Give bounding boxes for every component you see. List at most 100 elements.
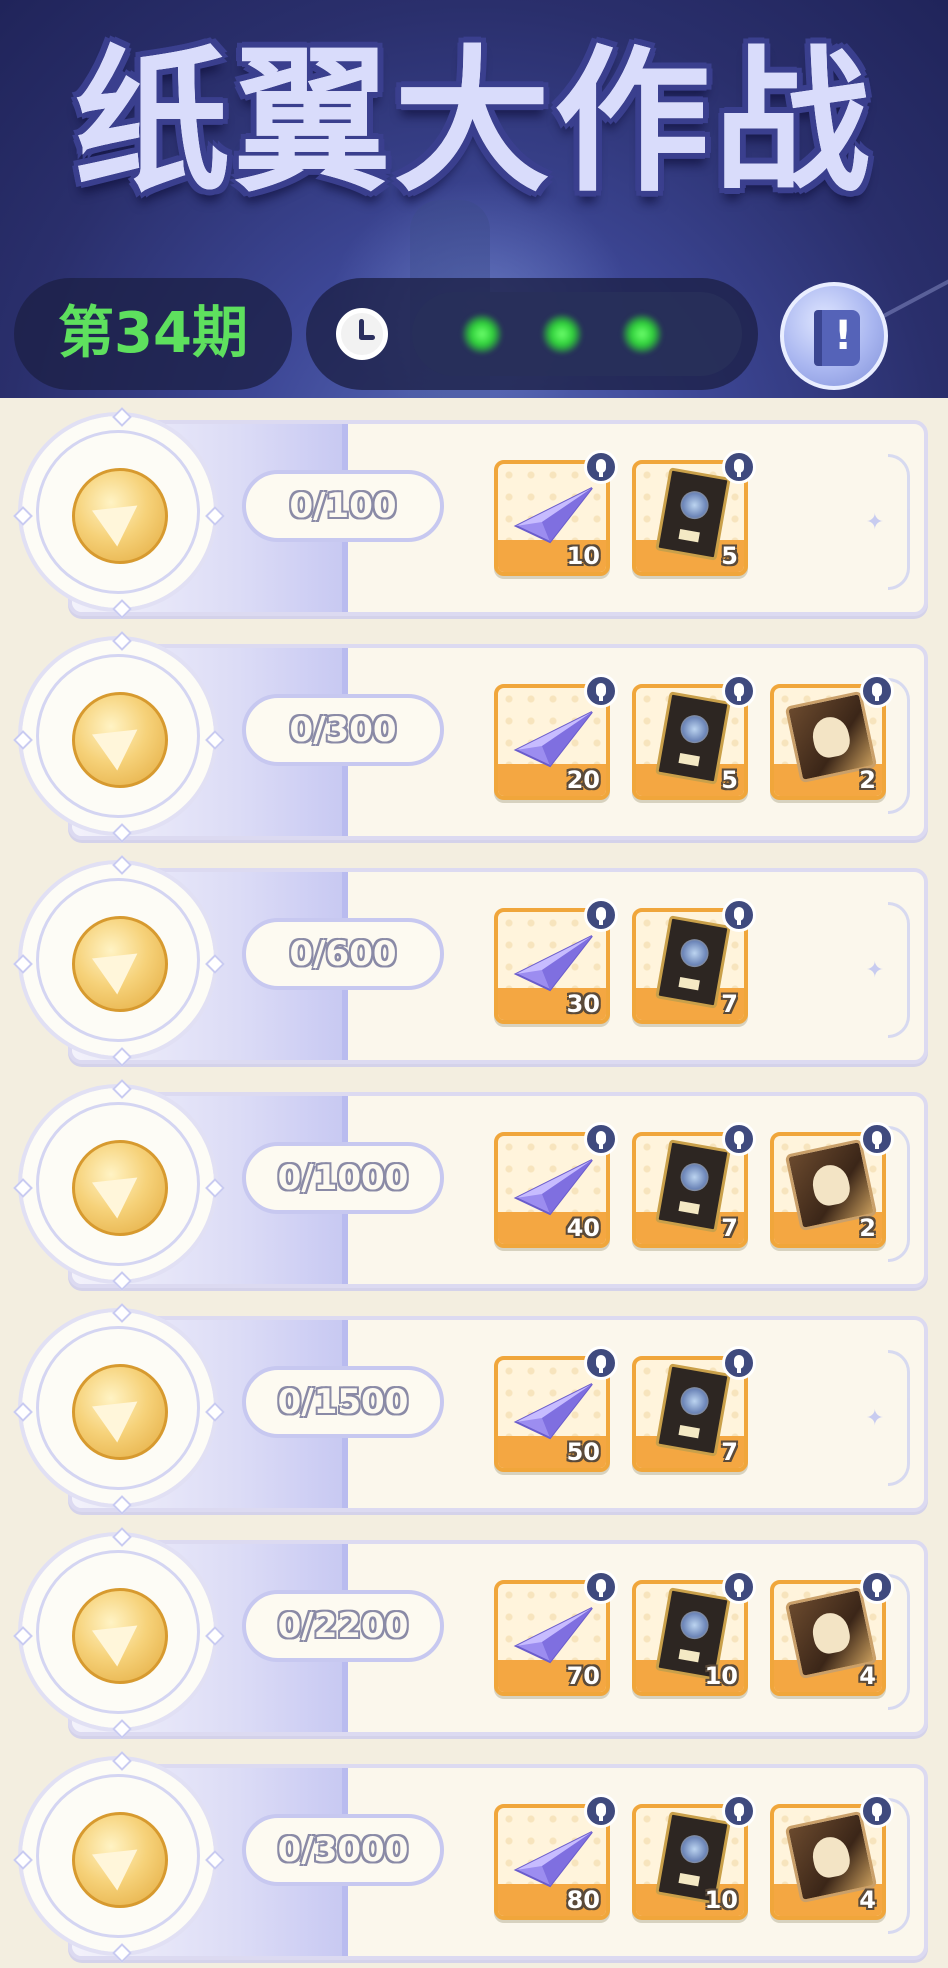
reward-item[interactable]: 40 xyxy=(494,1122,618,1248)
lock-icon xyxy=(722,1570,756,1604)
plane-emblem-icon xyxy=(91,487,151,547)
reward-count: 10 xyxy=(566,542,600,570)
timer-value-blurred xyxy=(412,292,742,376)
paper-plane-icon xyxy=(512,706,596,770)
event-header: 纸翼大作战 第34期 xyxy=(0,0,948,398)
reward-item[interactable]: 7 xyxy=(632,898,756,1024)
lock-icon xyxy=(722,1346,756,1380)
diamond-ornament xyxy=(112,407,132,427)
reward-item[interactable]: 5 xyxy=(632,674,756,800)
medal-frame xyxy=(13,1079,225,1291)
diamond-ornament xyxy=(13,1850,33,1870)
reward-item[interactable]: 4 xyxy=(770,1570,894,1696)
plane-emblem-icon xyxy=(91,1383,151,1443)
plane-emblem-icon xyxy=(91,1159,151,1219)
reward-item[interactable]: 70 xyxy=(494,1570,618,1696)
reward-count: 30 xyxy=(566,990,600,1018)
sparkle-icon: ✦ xyxy=(865,510,884,535)
plane-emblem-icon xyxy=(91,1831,151,1891)
countdown-timer xyxy=(306,278,758,390)
tier-row: ✦0/10004072 xyxy=(13,1079,932,1291)
reward-count: 10 xyxy=(704,1662,738,1690)
lock-icon xyxy=(722,898,756,932)
paper-wing-medal-icon xyxy=(72,1140,168,1236)
reward-count: 7 xyxy=(721,990,738,1018)
reward-item[interactable]: 7 xyxy=(632,1122,756,1248)
diamond-ornament xyxy=(112,1527,132,1547)
diamond-ornament xyxy=(112,855,132,875)
paper-wing-medal-icon xyxy=(72,1812,168,1908)
reward-item[interactable]: 50 xyxy=(494,1346,618,1472)
diamond-ornament xyxy=(13,1626,33,1646)
paper-plane-icon xyxy=(512,1154,596,1218)
diamond-ornament xyxy=(13,730,33,750)
reward-count: 70 xyxy=(566,1662,600,1690)
reward-item[interactable]: 30 xyxy=(494,898,618,1024)
medal-frame xyxy=(13,1751,225,1963)
lock-icon xyxy=(584,898,618,932)
reward-count: 2 xyxy=(859,766,876,794)
medal-frame xyxy=(13,1303,225,1515)
tier-row: ✦ 0/1500 50 7 xyxy=(13,1303,932,1515)
reward-count: 4 xyxy=(859,1886,876,1914)
sparkle-icon: ✦ xyxy=(865,1406,884,1431)
reward-count: 4 xyxy=(859,1662,876,1690)
lock-icon xyxy=(584,1570,618,1604)
lock-icon xyxy=(860,674,894,708)
diamond-ornament xyxy=(13,1178,33,1198)
lock-icon xyxy=(584,1346,618,1380)
tier-progress: 0/1500 xyxy=(242,1366,444,1438)
period-badge: 第34期 xyxy=(14,278,292,390)
reward-item[interactable]: 4 xyxy=(770,1794,894,1920)
reward-item[interactable]: 2 xyxy=(770,1122,894,1248)
medal-frame xyxy=(13,1527,225,1739)
sparkle-icon: ✦ xyxy=(865,958,884,983)
reward-item[interactable]: 5 xyxy=(632,450,756,576)
tier-row: ✦0/220070104 xyxy=(13,1527,932,1739)
clock-icon xyxy=(336,308,388,360)
plane-emblem-icon xyxy=(91,935,151,995)
tier-card-ornament xyxy=(888,902,910,1038)
tier-progress: 0/2200 xyxy=(242,1590,444,1662)
reward-item[interactable]: 7 xyxy=(632,1346,756,1472)
diamond-ornament xyxy=(13,1402,33,1422)
reward-item[interactable]: 10 xyxy=(632,1570,756,1696)
diamond-ornament xyxy=(112,1079,132,1099)
reward-count: 2 xyxy=(859,1214,876,1242)
tier-progress: 0/100 xyxy=(242,470,444,542)
diamond-ornament xyxy=(112,1303,132,1323)
lock-icon xyxy=(860,1122,894,1156)
plane-emblem-icon xyxy=(91,711,151,771)
reward-item[interactable]: 2 xyxy=(770,674,894,800)
timer-dot xyxy=(622,314,662,354)
tier-card-ornament xyxy=(888,1350,910,1486)
event-title: 纸翼大作战 xyxy=(74,31,874,213)
lock-icon xyxy=(584,674,618,708)
paper-wing-medal-icon xyxy=(72,1588,168,1684)
medal-frame xyxy=(13,631,225,843)
paper-plane-icon xyxy=(512,482,596,546)
book-icon xyxy=(814,310,860,366)
rules-book-button[interactable] xyxy=(780,282,888,390)
reward-count: 50 xyxy=(566,1438,600,1466)
diamond-ornament xyxy=(13,954,33,974)
paper-wing-medal-icon xyxy=(72,468,168,564)
diamond-ornament xyxy=(112,631,132,651)
lock-icon xyxy=(860,1794,894,1828)
lock-icon xyxy=(584,450,618,484)
paper-plane-icon xyxy=(512,1602,596,1666)
reward-item[interactable]: 10 xyxy=(494,450,618,576)
reward-tier-list[interactable]: ✦0/100105✦0/3002052✦0/600307✦0/10004072✦… xyxy=(0,398,948,1968)
tier-row: ✦0/3002052 xyxy=(13,631,932,843)
period-label: 第34期 xyxy=(58,301,248,366)
reward-item[interactable]: 10 xyxy=(632,1794,756,1920)
lock-icon xyxy=(584,1122,618,1156)
timer-dot xyxy=(462,314,502,354)
reward-item[interactable]: 20 xyxy=(494,674,618,800)
medal-frame xyxy=(13,407,225,619)
reward-count: 80 xyxy=(566,1886,600,1914)
reward-count: 40 xyxy=(566,1214,600,1242)
lock-icon xyxy=(722,1794,756,1828)
diamond-ornament xyxy=(13,506,33,526)
reward-item[interactable]: 80 xyxy=(494,1794,618,1920)
